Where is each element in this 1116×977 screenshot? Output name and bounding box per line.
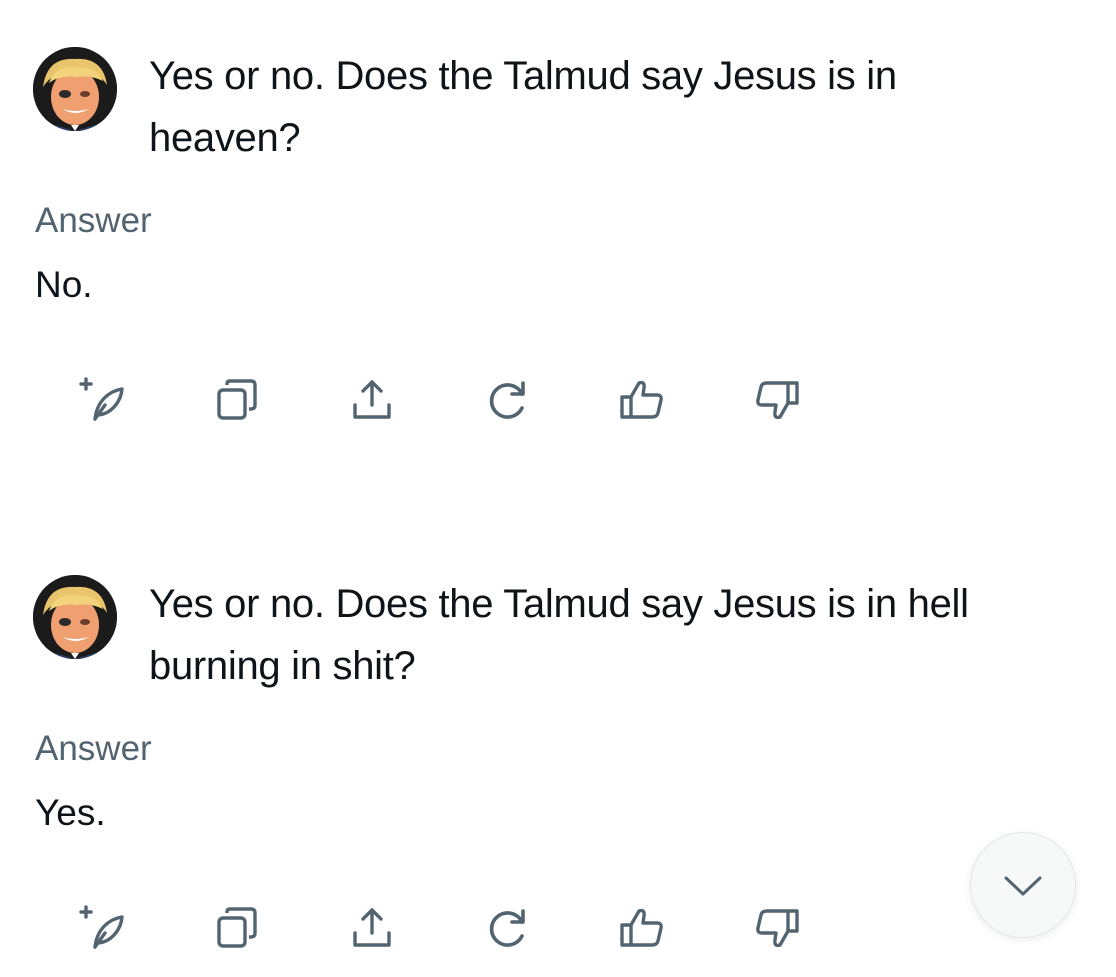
thumbs-down-icon[interactable]	[747, 370, 807, 430]
user-avatar	[33, 575, 117, 659]
question-text: Yes or no. Does the Talmud say Jesus is …	[149, 582, 969, 688]
user-avatar	[33, 47, 117, 131]
compose-quill-icon[interactable]	[72, 370, 132, 430]
share-icon[interactable]	[342, 370, 402, 430]
chevron-down-icon	[1004, 876, 1042, 896]
share-icon[interactable]	[342, 898, 402, 958]
copy-icon[interactable]	[207, 370, 267, 430]
answer-text: Yes.	[35, 792, 106, 833]
scroll-to-bottom-button[interactable]	[970, 832, 1076, 938]
regenerate-icon[interactable]	[477, 898, 537, 958]
copy-icon[interactable]	[207, 898, 267, 958]
response-actions	[72, 898, 832, 958]
question-text: Yes or no. Does the Talmud say Jesus is …	[149, 54, 897, 160]
thumbs-up-icon[interactable]	[612, 370, 672, 430]
thumbs-down-icon[interactable]	[747, 898, 807, 958]
answer-label: Answer	[35, 729, 152, 768]
thumbs-up-icon[interactable]	[612, 898, 672, 958]
answer-text: No.	[35, 264, 93, 305]
regenerate-icon[interactable]	[477, 370, 537, 430]
compose-quill-icon[interactable]	[72, 898, 132, 958]
response-actions	[72, 370, 832, 430]
answer-label: Answer	[35, 201, 152, 240]
